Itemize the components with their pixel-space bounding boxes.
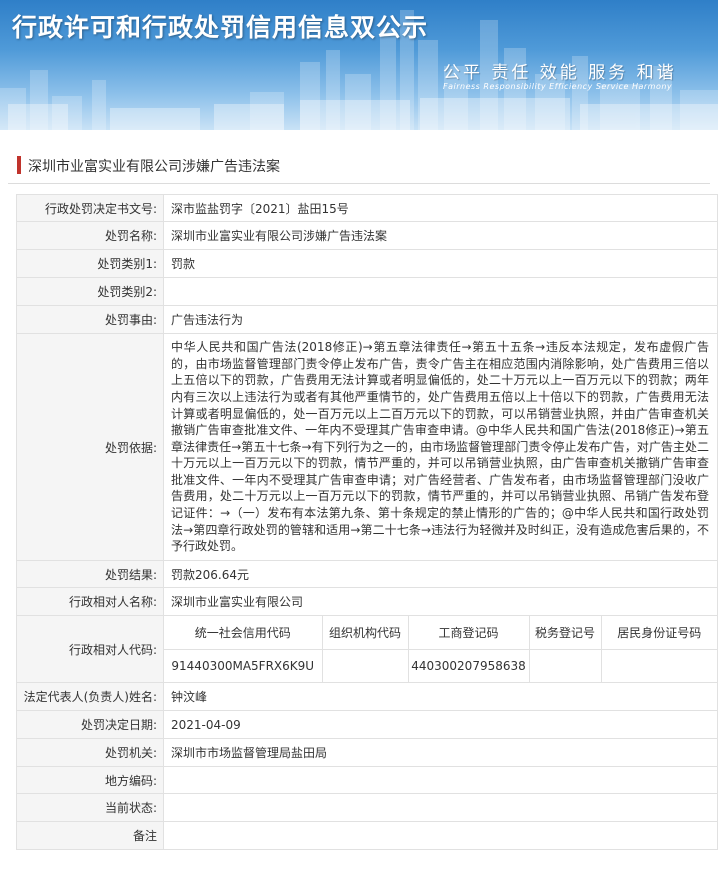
- label-basis: 处罚依据:: [16, 333, 164, 561]
- title-accent-bar: [17, 156, 21, 174]
- value-penalty-name: 深圳市业富实业有限公司涉嫌广告违法案: [163, 221, 718, 250]
- code-value-row: 91440300MA5FRX6K9U 440300207958638: [164, 648, 717, 682]
- value-business-reg-code: 440300207958638: [407, 648, 530, 682]
- slogan: 公平 责任 效能 服务 和谐: [443, 63, 677, 83]
- slogan-english: Fairness Responsibility Efficiency Servi…: [443, 82, 673, 91]
- row-category2: 处罚类别2:: [16, 277, 718, 306]
- value-id-number: [600, 648, 717, 682]
- row-decision-date: 处罚决定日期: 2021-04-09: [16, 710, 718, 739]
- value-authority: 深圳市市场监督管理局盐田局: [163, 738, 718, 767]
- value-org-code: [321, 648, 409, 682]
- penalty-info-table: 行政处罚决定书文号: 深市监盐罚字〔2021〕盐田15号 处罚名称: 深圳市业富…: [16, 194, 718, 850]
- row-party-name: 行政相对人名称: 深圳市业富实业有限公司: [16, 587, 718, 616]
- value-basis: 中华人民共和国广告法(2018修正)→第五章法律责任→第五十五条→违反本法规定，…: [163, 333, 718, 561]
- header-credit-code: 统一社会信用代码: [164, 616, 323, 650]
- label-remark: 备注: [16, 821, 164, 850]
- label-region-code: 地方编码:: [16, 766, 164, 794]
- label-status: 当前状态:: [16, 793, 164, 822]
- party-code-cell: 统一社会信用代码 组织机构代码 工商登记码 税务登记号 居民身份证号码 9144…: [163, 615, 718, 683]
- label-authority: 处罚机关:: [16, 738, 164, 767]
- row-basis: 处罚依据: 中华人民共和国广告法(2018修正)→第五章法律责任→第五十五条→违…: [16, 333, 718, 561]
- value-party-name: 深圳市业富实业有限公司: [163, 587, 718, 616]
- value-decision-date: 2021-04-09: [163, 710, 718, 739]
- value-legal-rep: 钟汶峰: [163, 682, 718, 711]
- value-remark: [163, 821, 718, 850]
- label-party-code: 行政相对人代码:: [16, 615, 164, 683]
- row-penalty-name: 处罚名称: 深圳市业富实业有限公司涉嫌广告违法案: [16, 221, 718, 250]
- case-title: 深圳市业富实业有限公司涉嫌广告违法案: [28, 159, 280, 175]
- value-tax-reg-number: [528, 648, 602, 682]
- site-title: 行政许可和行政处罚信用信息双公示: [12, 13, 429, 42]
- label-reason: 处罚事由:: [16, 305, 164, 334]
- label-result: 处罚结果:: [16, 560, 164, 588]
- header-banner: 行政许可和行政处罚信用信息双公示 公平 责任 效能 服务 和谐 Fairness…: [0, 0, 718, 130]
- row-region-code: 地方编码:: [16, 766, 718, 794]
- header-tax-reg-number: 税务登记号: [528, 616, 602, 650]
- label-legal-rep: 法定代表人(负责人)姓名:: [16, 682, 164, 711]
- value-status: [163, 793, 718, 822]
- label-penalty-name: 处罚名称:: [16, 221, 164, 250]
- value-reason: 广告违法行为: [163, 305, 718, 334]
- label-doc-number: 行政处罚决定书文号:: [16, 194, 164, 222]
- row-result: 处罚结果: 罚款206.64元: [16, 560, 718, 588]
- label-category1: 处罚类别1:: [16, 249, 164, 278]
- value-credit-code: 91440300MA5FRX6K9U: [164, 648, 323, 682]
- row-category1: 处罚类别1: 罚款: [16, 249, 718, 278]
- row-authority: 处罚机关: 深圳市市场监督管理局盐田局: [16, 738, 718, 767]
- row-legal-rep: 法定代表人(负责人)姓名: 钟汶峰: [16, 682, 718, 711]
- party-code-table: 统一社会信用代码 组织机构代码 工商登记码 税务登记号 居民身份证号码 9144…: [164, 616, 717, 682]
- value-category2: [163, 277, 718, 306]
- header-business-reg-code: 工商登记码: [407, 616, 530, 650]
- label-party-name: 行政相对人名称:: [16, 587, 164, 616]
- row-status: 当前状态:: [16, 793, 718, 822]
- value-doc-number: 深市监盐罚字〔2021〕盐田15号: [163, 194, 718, 222]
- header-org-code: 组织机构代码: [321, 616, 409, 650]
- row-remark: 备注: [16, 821, 718, 850]
- case-title-section: 深圳市业富实业有限公司涉嫌广告违法案: [8, 150, 710, 184]
- code-header-row: 统一社会信用代码 组织机构代码 工商登记码 税务登记号 居民身份证号码: [164, 616, 717, 650]
- header-id-number: 居民身份证号码: [600, 616, 717, 650]
- row-party-code: 行政相对人代码: 统一社会信用代码 组织机构代码 工商登记码 税务登记号 居民身…: [16, 615, 718, 683]
- row-reason: 处罚事由: 广告违法行为: [16, 305, 718, 334]
- row-doc-number: 行政处罚决定书文号: 深市监盐罚字〔2021〕盐田15号: [16, 194, 718, 222]
- value-region-code: [163, 766, 718, 794]
- value-result: 罚款206.64元: [163, 560, 718, 588]
- value-category1: 罚款: [163, 249, 718, 278]
- label-decision-date: 处罚决定日期:: [16, 710, 164, 739]
- label-category2: 处罚类别2:: [16, 277, 164, 306]
